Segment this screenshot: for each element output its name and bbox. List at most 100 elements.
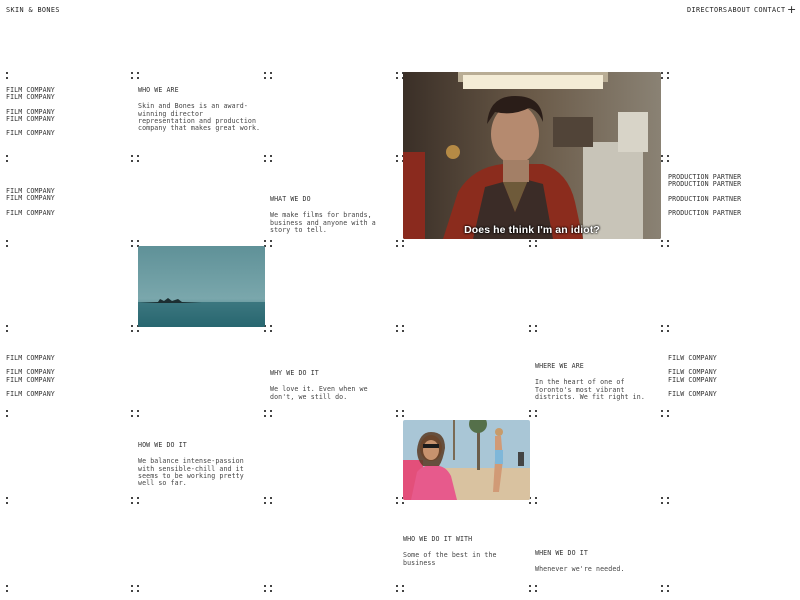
list-item: FILW COMPANY bbox=[668, 354, 717, 362]
film-company-list: FILM COMPANY FILM COMPANY FILM COMPANY bbox=[6, 187, 132, 217]
grid-dot bbox=[270, 155, 272, 157]
nav-contact[interactable]: CONTACT bbox=[754, 6, 785, 14]
grid-dot bbox=[661, 72, 663, 74]
section-heading: HOW WE DO IT bbox=[138, 441, 187, 449]
grid-dot bbox=[6, 72, 8, 74]
list-item: FILW COMPANY bbox=[668, 389, 717, 398]
lake-image[interactable] bbox=[138, 246, 265, 327]
grid-dot bbox=[270, 590, 272, 592]
grid-dot bbox=[667, 160, 669, 162]
grid-dot bbox=[270, 497, 272, 499]
where-we-are-section: WHERE WE ARE In the heart of one of Toro… bbox=[535, 362, 661, 401]
grid-dot bbox=[667, 240, 669, 242]
grid-dot bbox=[131, 502, 133, 504]
grid-dot bbox=[667, 590, 669, 592]
grid-dot bbox=[667, 330, 669, 332]
grid-dot bbox=[667, 410, 669, 412]
grid-dot bbox=[137, 330, 139, 332]
grid-dot bbox=[131, 160, 133, 162]
grid-dot bbox=[396, 330, 398, 332]
nav-directors[interactable]: DIRECTORS bbox=[687, 6, 727, 14]
list-item: FILM COMPANY bbox=[6, 375, 55, 384]
grid-dot bbox=[402, 590, 404, 592]
grid-dot bbox=[661, 77, 663, 79]
grid-dot bbox=[264, 160, 266, 162]
list-item: FILM COMPANY bbox=[6, 129, 55, 138]
grid-dot bbox=[264, 585, 266, 587]
grid-dot bbox=[131, 72, 133, 74]
grid-dot bbox=[667, 77, 669, 79]
grid-dot bbox=[264, 240, 266, 242]
grid-dot bbox=[6, 585, 8, 587]
section-text: Some of the best in the business bbox=[403, 551, 497, 567]
grid-dot bbox=[529, 502, 531, 504]
why-we-do-it-section: WHY WE DO IT We love it. Even when we do… bbox=[270, 369, 396, 401]
grid-dot bbox=[667, 415, 669, 417]
grid-dot bbox=[6, 330, 8, 332]
section-text: We make films for brands, business and a… bbox=[270, 211, 376, 234]
grid-dot bbox=[131, 325, 133, 327]
grid-dot bbox=[137, 585, 139, 587]
grid-dot bbox=[529, 585, 531, 587]
grid-dot bbox=[6, 590, 8, 592]
list-item: PRODUCTION PARTNER bbox=[668, 208, 742, 217]
grid-dot bbox=[6, 155, 8, 157]
grid-dot bbox=[535, 240, 537, 242]
grid-dot bbox=[661, 590, 663, 592]
grid-dot bbox=[137, 72, 139, 74]
section-text: In the heart of one of Toronto's most vi… bbox=[535, 378, 645, 401]
grid-dot bbox=[396, 410, 398, 412]
grid-dot bbox=[131, 155, 133, 157]
grid-dot bbox=[661, 160, 663, 162]
grid-dot bbox=[137, 502, 139, 504]
grid-dot bbox=[137, 410, 139, 412]
grid-dot bbox=[137, 590, 139, 592]
grid-dot bbox=[264, 502, 266, 504]
grid-dot bbox=[131, 77, 133, 79]
video-still[interactable]: Does he think I'm an idiot? bbox=[403, 72, 661, 239]
grid-dot bbox=[270, 585, 272, 587]
beach-image[interactable] bbox=[403, 420, 530, 500]
grid-dot bbox=[661, 415, 663, 417]
what-we-do-section: WHAT WE DO We make films for brands, bus… bbox=[270, 195, 396, 234]
grid-dot bbox=[402, 410, 404, 412]
list-item: FILM COMPANY bbox=[6, 194, 55, 203]
grid-dot bbox=[6, 245, 8, 247]
grid-dot bbox=[529, 325, 531, 327]
beach-image-art bbox=[403, 420, 530, 500]
grid-dot bbox=[402, 415, 404, 417]
site-logo[interactable]: SKIN & BONES bbox=[6, 6, 60, 14]
grid-dot bbox=[137, 77, 139, 79]
grid-dot bbox=[529, 245, 531, 247]
grid-dot bbox=[270, 410, 272, 412]
how-we-do-it-section: HOW WE DO IT We balance intense-passion … bbox=[138, 441, 264, 487]
grid-dot bbox=[396, 325, 398, 327]
grid-dot bbox=[131, 590, 133, 592]
video-frame-image bbox=[403, 72, 661, 239]
grid-dot bbox=[131, 585, 133, 587]
film-company-list: FILM COMPANY FILM COMPANY FILM COMPANY F… bbox=[6, 354, 132, 398]
grid-dot bbox=[667, 497, 669, 499]
section-heading: WHO WE ARE bbox=[138, 86, 179, 94]
nav-about[interactable]: ABOUT bbox=[728, 6, 750, 14]
grid-dot bbox=[529, 240, 531, 242]
grid-dot bbox=[6, 502, 8, 504]
list-item: FILM COMPANY bbox=[6, 93, 55, 102]
grid-dot bbox=[535, 330, 537, 332]
plus-icon[interactable]: + bbox=[787, 3, 796, 16]
grid-dot bbox=[264, 410, 266, 412]
grid-dot bbox=[396, 502, 398, 504]
grid-dot bbox=[270, 77, 272, 79]
grid-dot bbox=[661, 330, 663, 332]
grid-dot bbox=[661, 240, 663, 242]
grid-dot bbox=[661, 325, 663, 327]
grid-dot bbox=[535, 585, 537, 587]
grid-dot bbox=[270, 502, 272, 504]
grid-dot bbox=[402, 325, 404, 327]
grid-dot bbox=[6, 497, 8, 499]
grid-dot bbox=[131, 245, 133, 247]
grid-dot bbox=[396, 240, 398, 242]
grid-dot bbox=[137, 160, 139, 162]
grid-dot bbox=[396, 590, 398, 592]
grid-dot bbox=[529, 590, 531, 592]
